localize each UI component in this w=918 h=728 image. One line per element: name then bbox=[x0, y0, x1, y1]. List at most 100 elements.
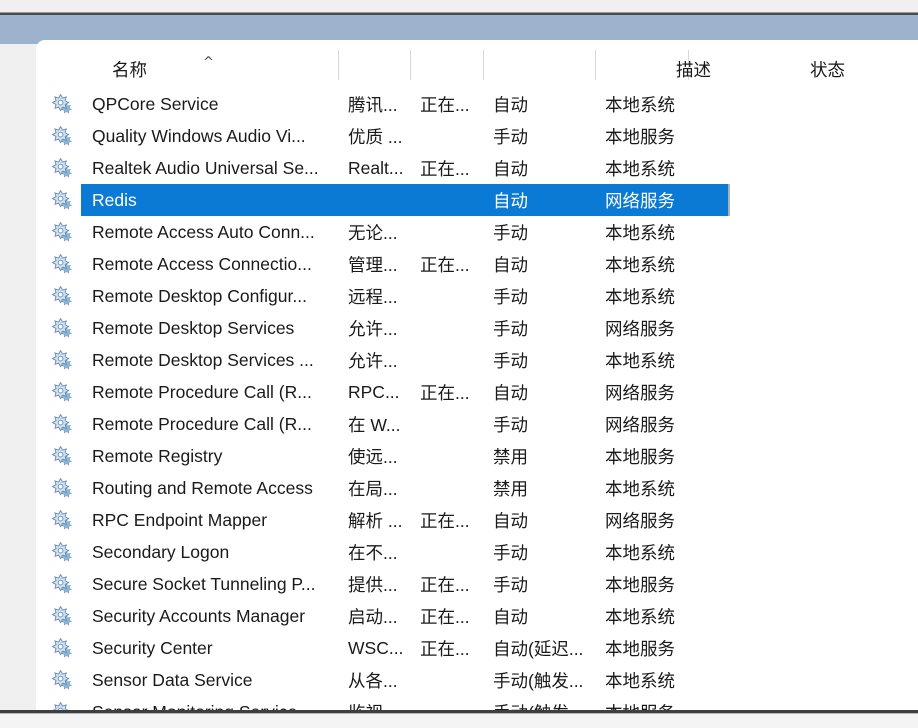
column-header-state[interactable]: 状态 bbox=[810, 57, 872, 82]
window-bottom-strip bbox=[0, 714, 918, 728]
service-logon-cell: 本地系统 bbox=[605, 350, 675, 371]
service-logon-cell: 本地服务 bbox=[605, 574, 675, 595]
table-row[interactable]: Remote Registry 使远... 禁用 本地服务 bbox=[36, 440, 918, 472]
service-state-cell: 正在... bbox=[420, 382, 470, 403]
column-header-name[interactable]: 名称 bbox=[112, 57, 402, 82]
table-row[interactable]: RPC Endpoint Mapper 解析 ... 正在... 自动 网络服务 bbox=[36, 504, 918, 536]
column-header-desc[interactable]: 描述 bbox=[676, 57, 738, 82]
service-desc-cell: 管理... bbox=[348, 254, 398, 275]
service-logon-cell: 网络服务 bbox=[605, 318, 675, 339]
service-name-cell: QPCore Service bbox=[92, 93, 219, 114]
service-logon-cell: 本地系统 bbox=[605, 478, 675, 499]
services-list-panel: ^ 名称 描述 状态 启动类型 登录为 QPCore Service 腾讯... 正… bbox=[36, 40, 918, 712]
table-row[interactable]: Remote Access Connectio... 管理... 正在... 自动 本地… bbox=[36, 248, 918, 280]
service-desc-cell: 腾讯... bbox=[348, 94, 398, 115]
service-logon-cell: 本地系统 bbox=[605, 286, 675, 307]
service-name-cell: Secure Socket Tunneling P... bbox=[92, 573, 316, 594]
service-gear-icon bbox=[52, 350, 73, 370]
service-desc-cell: 启动... bbox=[348, 606, 398, 627]
table-row[interactable]: Remote Procedure Call (R... 在 W... 手动 网络服务 bbox=[36, 408, 918, 440]
column-divider[interactable] bbox=[410, 50, 411, 80]
service-logon-cell: 本地系统 bbox=[605, 670, 675, 691]
service-logon-cell: 本地服务 bbox=[605, 638, 675, 659]
table-row[interactable]: Remote Procedure Call (R... RPC... 正在... 自动… bbox=[36, 376, 918, 408]
service-logon-cell: 本地系统 bbox=[605, 606, 675, 627]
service-startup-cell: 手动 bbox=[493, 126, 528, 147]
service-name-cell: Remote Desktop Services ... bbox=[92, 349, 314, 370]
service-gear-icon bbox=[52, 190, 73, 210]
service-startup-cell: 手动 bbox=[493, 222, 528, 243]
column-divider[interactable] bbox=[483, 50, 484, 80]
table-row[interactable]: Security Center WSC... 正在... 自动(延迟... 本地服务 bbox=[36, 632, 918, 664]
column-divider[interactable] bbox=[595, 50, 596, 80]
table-row[interactable]: Routing and Remote Access 在局... 禁用 本地系统 bbox=[36, 472, 918, 504]
service-logon-cell: 网络服务 bbox=[605, 414, 675, 435]
service-gear-icon bbox=[52, 286, 73, 306]
table-row[interactable]: Security Accounts Manager 启动... 正在... 自动 本地系… bbox=[36, 600, 918, 632]
service-name-cell: Remote Registry bbox=[92, 445, 223, 466]
table-body: QPCore Service 腾讯... 正在... 自动 本地系统 Quality Wi… bbox=[36, 88, 918, 712]
service-startup-cell: 自动 bbox=[493, 254, 528, 275]
service-gear-icon bbox=[52, 94, 73, 114]
service-startup-cell: 自动 bbox=[493, 94, 528, 115]
table-row[interactable]: Realtek Audio Universal Se... Realt... 正在.… bbox=[36, 152, 918, 184]
service-desc-cell: 在 W... bbox=[348, 414, 401, 435]
table-row[interactable]: QPCore Service 腾讯... 正在... 自动 本地系统 bbox=[36, 88, 918, 120]
table-row[interactable]: Remote Desktop Services ... 允许... 手动 本地系统 bbox=[36, 344, 918, 376]
table-row[interactable]: Remote Access Auto Conn... 无论... 手动 本地系统 bbox=[36, 216, 918, 248]
service-desc-cell: 远程... bbox=[348, 286, 398, 307]
service-startup-cell: 自动 bbox=[493, 510, 528, 531]
service-logon-cell: 网络服务 bbox=[605, 510, 675, 531]
services-list-viewport[interactable]: ^ 名称 描述 状态 启动类型 登录为 QPCore Service 腾讯... 正… bbox=[36, 40, 918, 712]
table-row[interactable]: Redis 自动 网络服务 bbox=[36, 184, 918, 216]
service-desc-cell: 允许... bbox=[348, 350, 398, 371]
table-row[interactable]: Secure Socket Tunneling P... 提供... 正在... 手动… bbox=[36, 568, 918, 600]
service-gear-icon bbox=[52, 542, 73, 562]
service-startup-cell: 手动 bbox=[493, 542, 528, 563]
service-desc-cell: 在不... bbox=[348, 542, 398, 563]
table-header-row[interactable]: ^ 名称 描述 状态 启动类型 登录为 bbox=[36, 40, 918, 88]
service-name-cell: Quality Windows Audio Vi... bbox=[92, 125, 306, 146]
service-name-cell: Remote Desktop Configur... bbox=[92, 285, 307, 306]
service-name-cell: RPC Endpoint Mapper bbox=[92, 509, 268, 530]
service-name-cell: Sensor Data Service bbox=[92, 669, 253, 690]
service-gear-icon bbox=[52, 414, 73, 434]
service-logon-cell: 本地系统 bbox=[605, 158, 675, 179]
service-startup-cell: 手动 bbox=[493, 574, 528, 595]
table-row[interactable]: Secondary Logon 在不... 手动 本地系统 bbox=[36, 536, 918, 568]
service-startup-cell: 自动 bbox=[493, 606, 528, 627]
service-startup-cell: 手动 bbox=[493, 286, 528, 307]
service-gear-icon bbox=[52, 670, 73, 690]
service-state-cell: 正在... bbox=[420, 574, 470, 595]
service-desc-cell: 优质 ... bbox=[348, 126, 403, 147]
service-logon-cell: 本地系统 bbox=[605, 222, 675, 243]
service-logon-cell: 本地系统 bbox=[605, 542, 675, 563]
service-gear-icon bbox=[52, 510, 73, 530]
service-startup-cell: 自动 bbox=[493, 382, 528, 403]
service-gear-icon bbox=[52, 446, 73, 466]
service-gear-icon bbox=[52, 638, 73, 658]
service-desc-cell: 提供... bbox=[348, 574, 398, 595]
service-gear-icon bbox=[52, 222, 73, 242]
table-row[interactable]: Remote Desktop Services 允许... 手动 网络服务 bbox=[36, 312, 918, 344]
service-logon-cell: 本地系统 bbox=[605, 94, 675, 115]
service-startup-cell: 手动(触发... bbox=[493, 670, 584, 691]
service-gear-icon bbox=[52, 318, 73, 338]
service-desc-cell: 允许... bbox=[348, 318, 398, 339]
service-startup-cell: 自动(延迟... bbox=[493, 638, 584, 659]
service-desc-cell: 在局... bbox=[348, 478, 398, 499]
table-row[interactable]: Remote Desktop Configur... 远程... 手动 本地系统 bbox=[36, 280, 918, 312]
service-name-cell: Routing and Remote Access bbox=[92, 477, 313, 498]
service-gear-icon bbox=[52, 254, 73, 274]
service-state-cell: 正在... bbox=[420, 606, 470, 627]
service-name-cell: Remote Desktop Services bbox=[92, 317, 295, 338]
service-gear-icon bbox=[52, 382, 73, 402]
table-row[interactable]: Sensor Data Service 从各... 手动(触发... 本地系统 bbox=[36, 664, 918, 696]
service-logon-cell: 网络服务 bbox=[605, 190, 675, 211]
service-gear-icon bbox=[52, 478, 73, 498]
service-gear-icon bbox=[52, 606, 73, 626]
table-row[interactable]: Quality Windows Audio Vi... 优质 ... 手动 本地服务 bbox=[36, 120, 918, 152]
service-logon-cell: 本地服务 bbox=[605, 446, 675, 467]
service-desc-cell: Realt... bbox=[348, 157, 404, 178]
service-name-cell: Remote Access Connectio... bbox=[92, 253, 312, 274]
